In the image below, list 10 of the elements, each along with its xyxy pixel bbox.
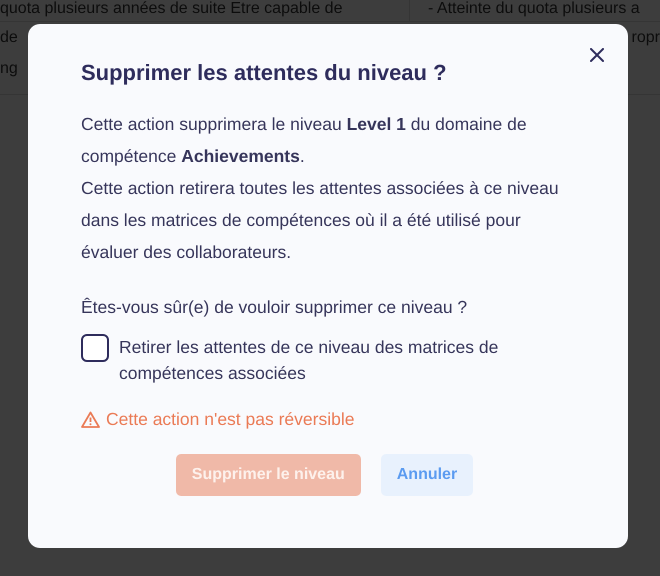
checkbox-label: Retirer les attentes de ce niveau des matrices de compétences associées (119, 336, 500, 385)
close-icon[interactable] (590, 48, 604, 62)
warning-icon (81, 410, 100, 428)
cancel-button[interactable]: Annuler (380, 454, 474, 496)
warning-text: Cette action n'est pas réversible (106, 408, 354, 431)
question-text: Êtes-vous sûr(e) de vouloir supprimer ce niveau ? (81, 296, 468, 319)
body-text: Cette action retirera toutes les attentes associées à ce niveau dans les matrices de compétences où il a été utilisé pour évaluer des collaborateurs. (81, 177, 560, 264)
body-text: Cette action supprimera le niveau Level 1 du domaine de compétence Achievements. (81, 113, 528, 168)
checkbox[interactable] (81, 334, 109, 362)
dialog-title: Supprimer les attentes du niveau ? (81, 59, 448, 87)
